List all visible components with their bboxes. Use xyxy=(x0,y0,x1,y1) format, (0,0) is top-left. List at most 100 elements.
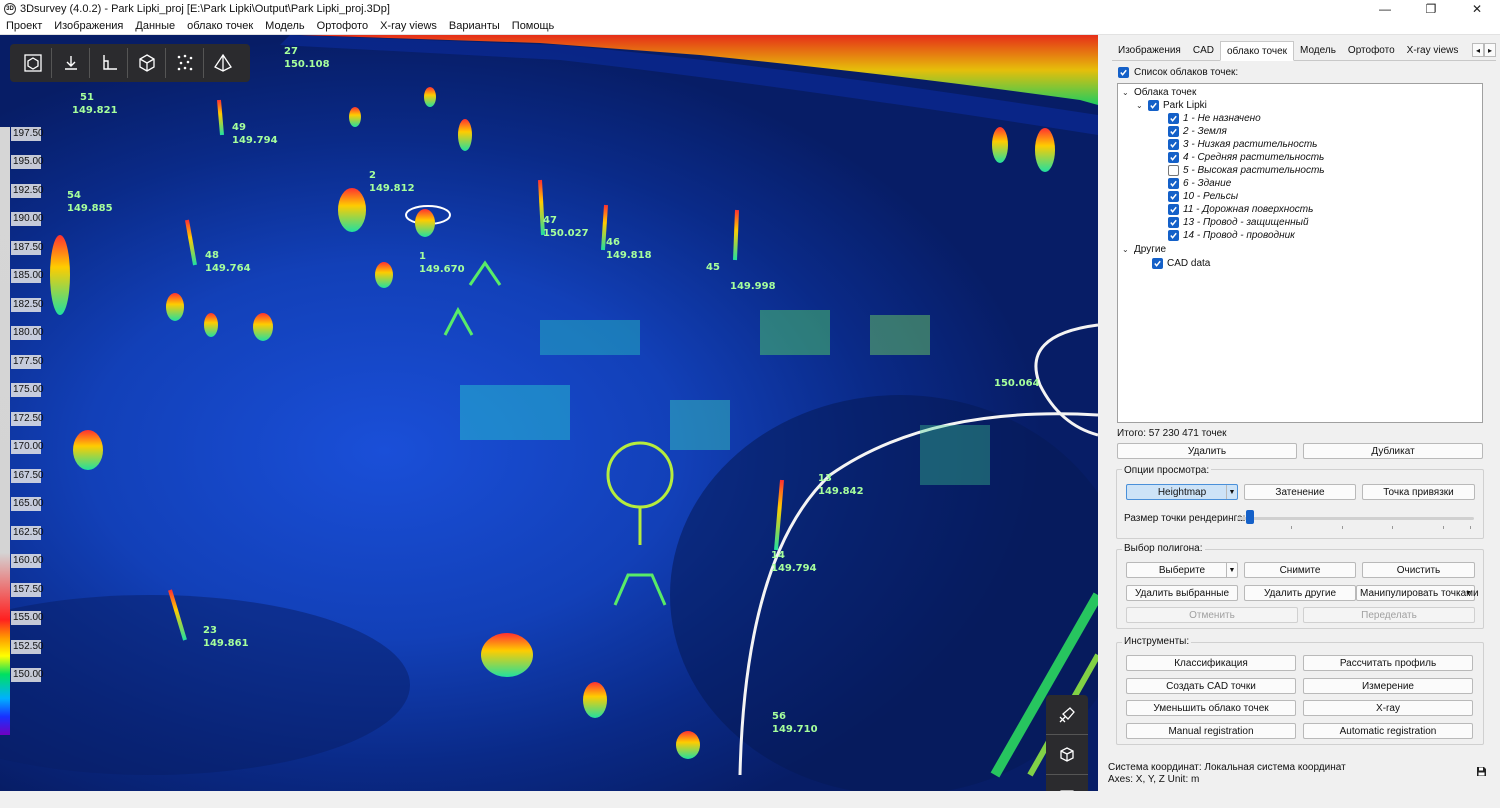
chevron-down-icon[interactable]: ▼ xyxy=(1226,563,1237,577)
tab-images[interactable]: Изображения xyxy=(1112,41,1187,61)
tree-label: 13 - Провод - защищенный xyxy=(1183,217,1309,228)
tree-class-13[interactable]: 13 - Провод - защищенный xyxy=(1168,216,1309,229)
marker-46-id: 46 xyxy=(606,237,620,248)
scale-label: 190.00 xyxy=(11,212,44,226)
xray-button[interactable]: X-ray xyxy=(1303,700,1473,716)
classification-button[interactable]: Классификация xyxy=(1126,655,1296,671)
tree-class-1[interactable]: 1 - Не назначено xyxy=(1168,112,1261,125)
window-controls: — ❐ ✕ xyxy=(1362,0,1500,17)
menu-model[interactable]: Модель xyxy=(259,20,310,32)
pointcloud-list-toggle[interactable]: Список облаков точек: xyxy=(1118,67,1238,78)
tree-cad-data[interactable]: CAD data xyxy=(1152,257,1210,270)
tree-class-4[interactable]: 4 - Средняя растительность xyxy=(1168,151,1324,164)
checkbox-icon[interactable] xyxy=(1168,204,1179,215)
menu-variants[interactable]: Варианты xyxy=(443,20,506,32)
tree-class-3[interactable]: 3 - Низкая растительность xyxy=(1168,138,1317,151)
menu-xray-views[interactable]: X-ray views xyxy=(374,20,443,32)
tree-class-11[interactable]: 11 - Дорожная поверхность xyxy=(1168,203,1313,216)
pointcloud-tree: ⌄ Облака точек ⌄ Park Lipki 1 - Не назна… xyxy=(1117,83,1483,423)
tab-cad[interactable]: CAD xyxy=(1187,41,1220,61)
tab-scroll-buttons: ◂ ▸ xyxy=(1472,43,1496,57)
manual-registration-button[interactable]: Manual registration xyxy=(1126,723,1296,739)
tree-group-other[interactable]: ⌄ Другие xyxy=(1122,243,1166,256)
tree-class-10[interactable]: 10 - Рельсы xyxy=(1168,190,1238,203)
measure-button[interactable]: Измерение xyxy=(1303,678,1473,694)
download-icon[interactable] xyxy=(52,48,90,78)
prism-icon[interactable] xyxy=(204,48,242,78)
view-cube-icon[interactable] xyxy=(14,48,52,78)
tab-scroll-right-icon[interactable]: ▸ xyxy=(1484,43,1496,57)
menu-help[interactable]: Помощь xyxy=(506,20,561,32)
marker-49-id: 49 xyxy=(232,122,246,133)
reduce-cloud-button[interactable]: Уменьшить облако точек xyxy=(1126,700,1296,716)
tree-class-14[interactable]: 14 - Провод - проводник xyxy=(1168,229,1295,242)
fly-mode-icon[interactable] xyxy=(1046,695,1088,735)
tab-scroll-left-icon[interactable]: ◂ xyxy=(1472,43,1484,57)
menu-orthophoto[interactable]: Ортофото xyxy=(311,20,374,32)
scatter-icon[interactable] xyxy=(166,48,204,78)
axes-unit-text: Axes: X, Y, Z Unit: m xyxy=(1108,774,1200,785)
menu-data[interactable]: Данные xyxy=(129,20,181,32)
automatic-registration-button[interactable]: Automatic registration xyxy=(1303,723,1473,739)
tree-class-2[interactable]: 2 - Земля xyxy=(1168,125,1227,138)
clear-button[interactable]: Очистить xyxy=(1362,562,1475,578)
delete-button[interactable]: Удалить xyxy=(1117,443,1297,459)
anchor-point-button[interactable]: Точка привязки xyxy=(1362,484,1475,500)
tree-class-6[interactable]: 6 - Здание xyxy=(1168,177,1231,190)
tab-xray-views[interactable]: X-ray views xyxy=(1401,41,1465,61)
undo-button[interactable]: Отменить xyxy=(1126,607,1298,623)
menu-images[interactable]: Изображения xyxy=(48,20,129,32)
chevron-down-icon[interactable]: ▼ xyxy=(1463,586,1474,600)
select-polygon-button[interactable]: Выберите ▼ xyxy=(1126,562,1238,578)
cube-rotate-icon[interactable] xyxy=(1046,735,1088,775)
tree-group-clouds[interactable]: ⌄ Облака точек xyxy=(1122,86,1196,99)
axes-icon[interactable] xyxy=(90,48,128,78)
save-icon[interactable] xyxy=(1476,766,1487,780)
camera-icon[interactable] xyxy=(1046,775,1088,791)
menu-pointcloud[interactable]: облако точек xyxy=(181,20,259,32)
delete-selected-button[interactable]: Удалить выбранные xyxy=(1126,585,1238,601)
checkbox-icon[interactable] xyxy=(1168,113,1179,124)
checkbox-icon[interactable] xyxy=(1168,152,1179,163)
calculate-profile-button[interactable]: Рассчитать профиль xyxy=(1303,655,1473,671)
tree-class-5[interactable]: 5 - Высокая растительность xyxy=(1168,164,1325,177)
checkbox-icon[interactable] xyxy=(1148,100,1159,111)
tab-pointcloud[interactable]: облако точек xyxy=(1219,41,1295,61)
chevron-down-icon[interactable]: ⌄ xyxy=(1136,101,1144,110)
slider-tick xyxy=(1342,526,1343,529)
maximize-button[interactable]: ❐ xyxy=(1408,0,1454,17)
manipulate-points-select[interactable]: Манипулировать точками ▼ xyxy=(1356,585,1479,601)
chevron-down-icon[interactable]: ⌄ xyxy=(1122,245,1130,254)
chevron-down-icon[interactable]: ▼ xyxy=(1226,485,1237,499)
checkbox-icon[interactable] xyxy=(1168,217,1179,228)
point-size-slider[interactable] xyxy=(1237,517,1474,520)
select-label: Выберите xyxy=(1158,564,1206,576)
checkbox-icon[interactable] xyxy=(1168,139,1179,150)
deselect-button[interactable]: Снимите xyxy=(1244,562,1356,578)
tab-orthophoto[interactable]: Ортофото xyxy=(1342,41,1401,61)
status-area: Система координат: Локальная система коо… xyxy=(1108,762,1346,786)
close-button[interactable]: ✕ xyxy=(1454,0,1500,17)
point-cloud-viewport[interactable]: 27 150.108 51 149.821 49 149.794 54 149.… xyxy=(0,35,1098,791)
menu-project[interactable]: Проект xyxy=(0,20,48,32)
shading-button[interactable]: Затенение xyxy=(1244,484,1356,500)
create-cad-points-button[interactable]: Создать CAD точки xyxy=(1126,678,1296,694)
slider-handle[interactable] xyxy=(1246,510,1255,524)
checkbox-icon[interactable] xyxy=(1168,178,1179,189)
checkbox-icon[interactable] xyxy=(1168,126,1179,137)
duplicate-button[interactable]: Дубликат xyxy=(1303,443,1483,459)
redo-button[interactable]: Переделать xyxy=(1303,607,1475,623)
heightmap-select[interactable]: Heightmap ▼ xyxy=(1126,484,1238,500)
cube-icon[interactable] xyxy=(128,48,166,78)
delete-others-button[interactable]: Удалить другие xyxy=(1244,585,1356,601)
tree-label: Park Lipki xyxy=(1163,100,1207,111)
minimize-button[interactable]: — xyxy=(1362,0,1408,17)
checkbox-icon[interactable] xyxy=(1152,258,1163,269)
checkbox-icon[interactable] xyxy=(1118,67,1129,78)
chevron-down-icon[interactable]: ⌄ xyxy=(1122,88,1130,97)
checkbox-icon[interactable] xyxy=(1168,191,1179,202)
tree-project[interactable]: ⌄ Park Lipki xyxy=(1136,99,1207,112)
checkbox-icon[interactable] xyxy=(1168,165,1179,176)
checkbox-icon[interactable] xyxy=(1168,230,1179,241)
tab-model[interactable]: Модель xyxy=(1294,41,1342,61)
